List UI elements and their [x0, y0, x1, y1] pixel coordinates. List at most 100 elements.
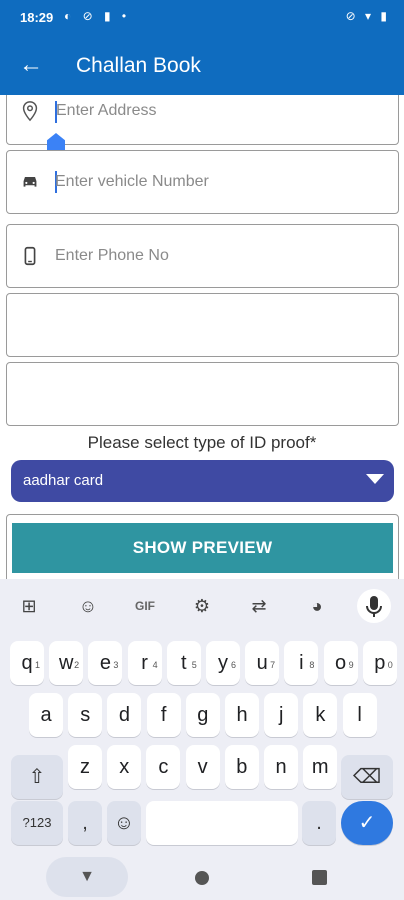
key-label: n [275, 756, 287, 778]
id-proof-dropdown[interactable]: aadhar card [11, 460, 394, 502]
key-label: q [21, 652, 33, 674]
key-d[interactable]: d [107, 693, 142, 737]
key-label: e [99, 652, 111, 674]
key-n[interactable]: n [264, 745, 298, 789]
show-preview-button[interactable]: SHOW PREVIEW [12, 523, 393, 573]
form-content: Enter Address Enter vehicle Number Enter… [0, 95, 404, 579]
backspace-key[interactable]: ⌫ [341, 755, 393, 799]
key-label: l [357, 704, 362, 726]
grid-icon[interactable]: ⊞ [12, 589, 46, 623]
key-l[interactable]: l [342, 693, 377, 737]
key-k[interactable]: k [303, 693, 338, 737]
key-label: c [158, 756, 169, 778]
key-m[interactable]: m [303, 745, 338, 789]
key-z[interactable]: z [68, 745, 102, 789]
key-u[interactable]: u7 [245, 641, 280, 685]
mic-glyph-icon [366, 596, 382, 617]
address-field[interactable]: Enter Address [6, 95, 399, 145]
phone-input[interactable]: Enter Phone No [55, 247, 169, 265]
mic-icon[interactable] [357, 589, 391, 623]
key-x[interactable]: x [107, 745, 142, 789]
key-label: r [141, 652, 148, 674]
key-hint: 2 [74, 660, 80, 670]
key-y[interactable]: y6 [206, 641, 240, 685]
phone-field[interactable]: Enter Phone No [6, 224, 399, 288]
vehicle-number-field[interactable]: Enter vehicle Number [6, 150, 399, 214]
phone-icon [24, 246, 36, 266]
key-t[interactable]: t5 [166, 641, 201, 685]
key-label: d [118, 704, 130, 726]
key-label: f [160, 704, 167, 726]
key-label: a [40, 704, 52, 726]
key-hint: 3 [113, 660, 119, 670]
key-a[interactable]: a [29, 693, 63, 737]
key-hint: 7 [270, 660, 276, 670]
key-f[interactable]: f [146, 693, 181, 737]
key-b[interactable]: b [224, 745, 259, 789]
text-cursor [55, 101, 57, 123]
key-label: y [218, 652, 228, 674]
empty-input-field-1[interactable] [6, 293, 399, 357]
address-input[interactable]: Enter Address [56, 102, 157, 120]
key-v[interactable]: v [185, 745, 220, 789]
nav-home-icon[interactable] [195, 871, 209, 885]
key-c[interactable]: c [146, 745, 181, 789]
key-label: k [315, 704, 326, 726]
gif-icon[interactable]: GIF [128, 589, 162, 623]
keyboard-toolbar: ⊞ ☺ GIF ⚙ ⇄ ◕ [0, 579, 404, 631]
comma-key[interactable]: , [68, 801, 102, 845]
app-bar: ← Challan Book [0, 36, 404, 95]
key-p[interactable]: p0 [362, 641, 397, 685]
id-proof-label: Please select type of ID proof* [87, 433, 317, 452]
key-label: v [197, 756, 208, 778]
navigation-bar: ▼ [0, 851, 404, 900]
key-s[interactable]: s [68, 693, 103, 737]
key-hint: 1 [34, 660, 40, 670]
enter-key[interactable]: ✓ [341, 801, 393, 845]
key-label: g [197, 704, 209, 726]
key-hint: 4 [152, 660, 158, 670]
key-label: b [236, 756, 248, 778]
dropdown-arrow-icon [366, 474, 384, 484]
palette-icon[interactable]: ◕ [300, 589, 334, 623]
key-label: p [374, 652, 386, 674]
status-bar: 18:29 ◐ ⊘ ▮ • ⊘ ▾ ▮ [0, 0, 404, 36]
keyboard: ⊞ ☺ GIF ⚙ ⇄ ◕ q1w2e3r4t5y6u7i8o9p0 asdfg… [0, 579, 404, 851]
key-hint: 6 [230, 660, 236, 670]
vehicle-number-input[interactable]: Enter vehicle Number [55, 173, 209, 191]
settings-icon[interactable]: ⚙ [185, 589, 219, 623]
preview-container: SHOW PREVIEW [6, 514, 399, 579]
empty-input-field-2[interactable] [6, 362, 399, 426]
key-label: u [256, 652, 268, 674]
key-h[interactable]: h [225, 693, 259, 737]
period-key[interactable]: . [302, 801, 336, 845]
key-i[interactable]: i8 [284, 641, 319, 685]
key-o[interactable]: o9 [323, 641, 358, 685]
symbols-key[interactable]: ?123 [11, 801, 63, 845]
key-label: x [119, 756, 130, 778]
key-w[interactable]: w2 [49, 641, 84, 685]
key-q[interactable]: q1 [10, 641, 44, 685]
space-key[interactable] [146, 801, 298, 845]
emoji-key[interactable]: ☺ [107, 801, 141, 845]
back-arrow-icon[interactable]: ← [14, 48, 48, 82]
key-label: h [236, 704, 248, 726]
notification-icons: ◐ ⊘ ▮ • [64, 9, 131, 23]
shift-key[interactable]: ⇧ [11, 755, 63, 799]
key-label: m [311, 756, 329, 778]
key-hint: 5 [191, 660, 197, 670]
key-label: i [299, 652, 304, 674]
key-e[interactable]: e3 [88, 641, 123, 685]
key-label: z [80, 756, 90, 778]
nav-recents-icon[interactable] [312, 870, 327, 885]
translate-icon[interactable]: ⇄ [242, 589, 276, 623]
key-hint: 0 [387, 660, 393, 670]
sticker-icon[interactable]: ☺ [71, 589, 105, 623]
key-g[interactable]: g [185, 693, 220, 737]
key-j[interactable]: j [264, 693, 299, 737]
nav-back-icon[interactable]: ▼ [46, 857, 128, 897]
page-title: Challan Book [76, 54, 201, 77]
key-r[interactable]: r4 [127, 641, 162, 685]
key-label: j [278, 704, 284, 726]
car-icon [23, 176, 37, 187]
